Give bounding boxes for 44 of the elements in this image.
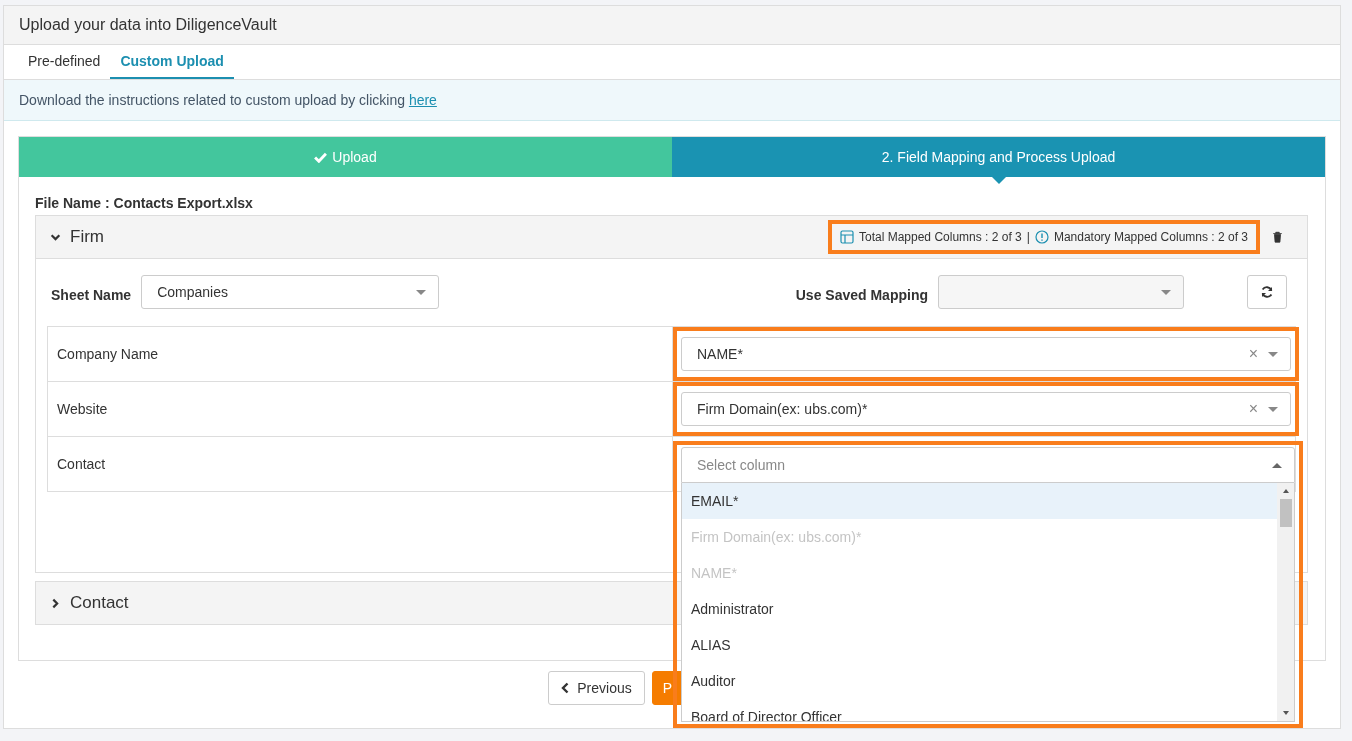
scroll-down-icon[interactable]	[1281, 710, 1290, 716]
separator-text: |	[1026, 230, 1030, 244]
tab[interactable]: Pre-defined	[18, 45, 111, 79]
clear-icon[interactable]: ×	[1248, 400, 1258, 418]
sheet-name-label: Sheet Name	[51, 287, 132, 303]
refresh-icon	[1260, 285, 1274, 299]
clear-icon[interactable]: ×	[1248, 345, 1258, 363]
refresh-button[interactable]	[1247, 275, 1287, 309]
column-select[interactable]: Select column	[681, 447, 1295, 483]
previous-button[interactable]: Previous	[548, 671, 645, 705]
trash-icon[interactable]	[1272, 231, 1283, 243]
check-icon	[314, 151, 328, 163]
scrollbar[interactable]	[1277, 483, 1294, 721]
caret-icon	[1268, 406, 1278, 412]
caret-icon	[416, 289, 427, 295]
table-icon	[840, 230, 854, 244]
here-link[interactable]: here	[408, 92, 437, 108]
sheet-select[interactable]: Companies	[141, 275, 440, 309]
field-name-cell: Contact	[48, 437, 673, 491]
saved-mapping-label: Use Saved Mapping	[795, 287, 928, 303]
caret-icon	[1268, 351, 1278, 357]
column-select[interactable]: Firm Domain(ex: ubs.com)* ×	[681, 392, 1291, 426]
section-header[interactable]: Firm Total Mapped Columns : 2 of 3 | Mandatory Mapped Columns : 2 of 3	[35, 215, 1308, 259]
field-name-cell: Company Name	[48, 327, 673, 381]
caret-icon	[1161, 289, 1171, 295]
scroll-thumb[interactable]	[1279, 499, 1292, 527]
dropdown-option[interactable]: ALIAS	[682, 627, 1277, 663]
file-name: File Name : Contacts Export.xlsx	[35, 195, 254, 211]
dropdown-option[interactable]: Administrator	[682, 591, 1277, 627]
chevron-icon	[50, 597, 61, 609]
wizard-step: Upload	[19, 137, 672, 177]
mandatory-mapped-text: Mandatory Mapped Columns : 2 of 3	[1053, 230, 1248, 244]
dropdown-option[interactable]: EMAIL*	[682, 483, 1277, 519]
dropdown-option[interactable]: Auditor	[682, 663, 1277, 699]
total-mapped-text: Total Mapped Columns : 2 of 3	[859, 230, 1022, 244]
page-title: Upload your data into DiligenceVault	[19, 16, 277, 34]
step-pointer	[991, 177, 1006, 184]
caret-icon	[1272, 462, 1282, 468]
chevron-left-icon	[561, 682, 570, 694]
info-icon	[1034, 230, 1049, 244]
field-name-cell: Website	[48, 382, 673, 436]
notice-text: Download the instructions related to custom upload by clicking here	[19, 92, 437, 108]
column-select[interactable]: NAME* ×	[681, 337, 1291, 371]
scroll-up-icon[interactable]	[1281, 488, 1290, 494]
